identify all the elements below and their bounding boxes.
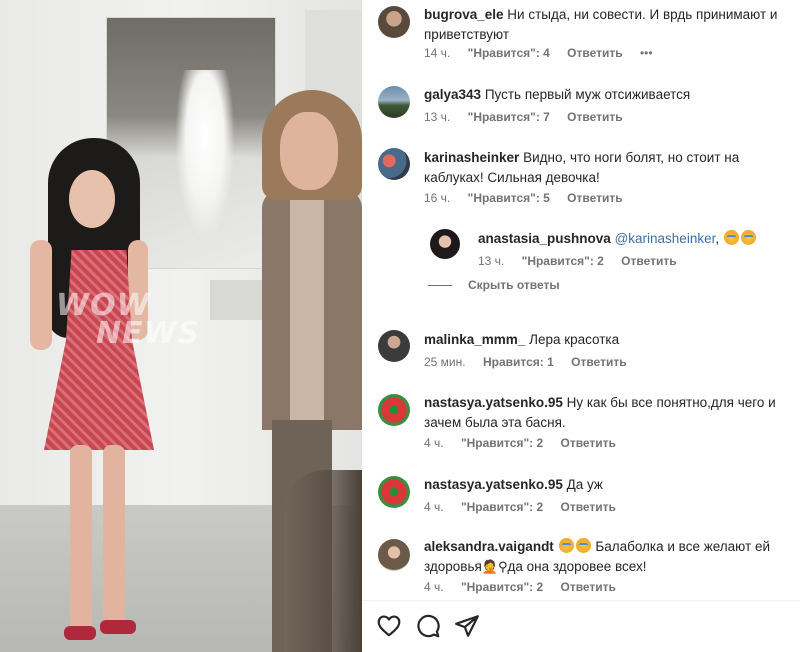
- artwork-plaque: [210, 280, 270, 320]
- comment-text: bugrova_ele Ни стыда, ни совести. И врдь…: [424, 5, 794, 45]
- comment-meta: 13 ч. "Нравится": 2 Ответить: [478, 254, 691, 268]
- comment-meta: 4 ч. "Нравится": 2 Ответить: [424, 436, 630, 450]
- comment-time[interactable]: 16 ч.: [424, 191, 450, 205]
- reply-button[interactable]: Ответить: [567, 110, 622, 124]
- comment-username[interactable]: bugrova_ele: [424, 7, 504, 22]
- post-photo: WOW NEWS: [0, 0, 362, 652]
- comment-meta: 25 мин. Нравится: 1 Ответить: [424, 355, 641, 369]
- comment-text: nastasya.yatsenko.95 Ну как бы все понят…: [424, 393, 794, 433]
- comment-body: Да уж: [566, 477, 603, 492]
- avatar[interactable]: [430, 229, 460, 259]
- comment-text: nastasya.yatsenko.95 Да уж: [424, 475, 794, 495]
- comment-time[interactable]: 13 ч.: [478, 254, 504, 268]
- location-pin-emoji: ⚲: [498, 560, 508, 575]
- comment-likes[interactable]: "Нравится": 2: [461, 436, 543, 450]
- comment-username[interactable]: karinasheinker: [424, 150, 519, 165]
- heart-icon[interactable]: [376, 613, 402, 639]
- hide-replies-button[interactable]: Скрыть ответы: [428, 278, 560, 292]
- comment-likes[interactable]: "Нравится": 2: [461, 500, 543, 514]
- comment-time[interactable]: 25 мин.: [424, 355, 466, 369]
- reply-button[interactable]: Ответить: [560, 436, 615, 450]
- mention-link[interactable]: @karinasheinker: [615, 231, 716, 246]
- comment-likes[interactable]: "Нравится": 2: [522, 254, 604, 268]
- shoe-left: [64, 626, 96, 640]
- comment-likes[interactable]: "Нравится": 5: [468, 191, 550, 205]
- laughing-tears-emoji: [740, 230, 756, 245]
- comment-meta: 4 ч. "Нравится": 2 Ответить: [424, 580, 630, 594]
- comment-username[interactable]: galya343: [424, 87, 481, 102]
- reply-button[interactable]: Ответить: [621, 254, 676, 268]
- comment-meta: 16 ч. "Нравится": 5 Ответить: [424, 191, 637, 205]
- reply-button[interactable]: Ответить: [567, 46, 622, 60]
- comment-icon[interactable]: [415, 613, 441, 639]
- paper-plane-icon[interactable]: [454, 613, 480, 639]
- foreground-blur: [285, 470, 362, 652]
- comment-meta: 14 ч. "Нравится": 4 Ответить •••: [424, 46, 667, 60]
- artwork-splash: [175, 70, 235, 240]
- shoe-right: [100, 620, 136, 634]
- reply-button[interactable]: Ответить: [560, 580, 615, 594]
- comment-username[interactable]: aleksandra.vaigandt: [424, 539, 554, 554]
- comment-username[interactable]: anastasia_pushnova: [478, 231, 611, 246]
- man-shirt: [290, 195, 324, 425]
- comment-text: galya343 Пусть первый муж отсиживается: [424, 85, 794, 105]
- person-facepalming-emoji: 🤦: [481, 560, 498, 575]
- comment-body-2: да она здоровее всех!: [507, 559, 647, 574]
- comment-time[interactable]: 4 ч.: [424, 500, 444, 514]
- comment-text: karinasheinker Видно, что ноги болят, но…: [424, 148, 796, 188]
- avatar[interactable]: [378, 6, 410, 38]
- woman-leg-left: [70, 445, 92, 635]
- comment-text: malinka_mmm_ Лера красотка: [424, 330, 794, 350]
- avatar[interactable]: [378, 330, 410, 362]
- woman-face: [69, 170, 115, 228]
- comment-time[interactable]: 14 ч.: [424, 46, 450, 60]
- comment-meta: 13 ч. "Нравится": 7 Ответить: [424, 110, 637, 124]
- avatar[interactable]: [378, 539, 410, 571]
- comment-time[interactable]: 13 ч.: [424, 110, 450, 124]
- reply-button[interactable]: Ответить: [571, 355, 626, 369]
- post-action-bar: [362, 600, 800, 652]
- comment-text: aleksandra.vaigandt Балаболка и все жела…: [424, 537, 794, 578]
- comment-username[interactable]: malinka_mmm_: [424, 332, 525, 347]
- comments-panel: bugrova_ele Ни стыда, ни совести. И врдь…: [362, 0, 800, 652]
- man-face: [280, 112, 338, 190]
- comment-body: Лера красотка: [529, 332, 620, 347]
- avatar[interactable]: [378, 148, 410, 180]
- comment-likes[interactable]: "Нравится": 2: [461, 580, 543, 594]
- avatar[interactable]: [378, 476, 410, 508]
- watermark: WOW NEWS: [56, 291, 201, 351]
- comment-username[interactable]: nastasya.yatsenko.95: [424, 477, 563, 492]
- divider-line: [428, 285, 452, 287]
- woman-arm-left: [30, 240, 52, 350]
- laughing-tears-emoji: [723, 230, 739, 245]
- comment-body: Пусть первый муж отсиживается: [484, 87, 691, 102]
- comment-likes[interactable]: "Нравится": 4: [468, 46, 550, 60]
- woman-leg-right: [103, 445, 125, 625]
- comment-time[interactable]: 4 ч.: [424, 436, 444, 450]
- more-options-icon[interactable]: •••: [640, 46, 653, 60]
- avatar[interactable]: [378, 394, 410, 426]
- laughing-tears-emoji: [558, 538, 574, 553]
- comment-likes[interactable]: "Нравится": 7: [468, 110, 550, 124]
- hide-replies-label: Скрыть ответы: [468, 278, 560, 292]
- comment-time[interactable]: 4 ч.: [424, 580, 444, 594]
- watermark-line-2: NEWS: [96, 316, 201, 351]
- comment-text: anastasia_pushnova @karinasheinker,: [478, 229, 796, 249]
- comment-body: ,: [715, 231, 720, 246]
- reply-button[interactable]: Ответить: [560, 500, 615, 514]
- comment-meta: 4 ч. "Нравится": 2 Ответить: [424, 500, 630, 514]
- laughing-tears-emoji: [575, 538, 591, 553]
- comment-username[interactable]: nastasya.yatsenko.95: [424, 395, 563, 410]
- comment-likes[interactable]: Нравится: 1: [483, 355, 554, 369]
- reply-button[interactable]: Ответить: [567, 191, 622, 205]
- avatar[interactable]: [378, 86, 410, 118]
